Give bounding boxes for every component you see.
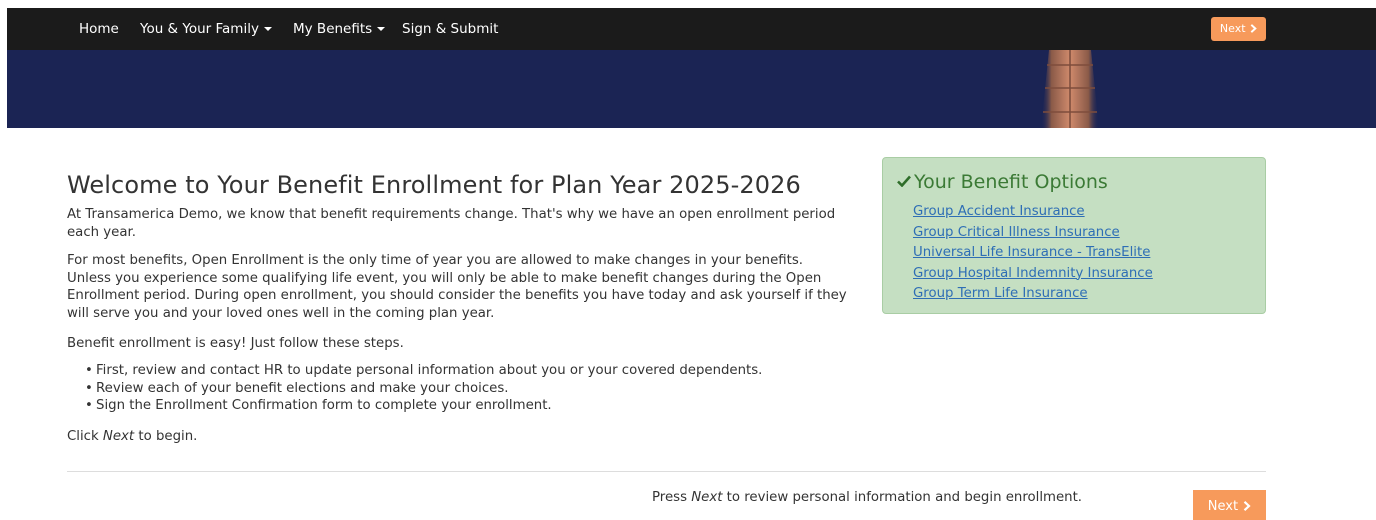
footer-prefix: Press [652,490,692,505]
list-item: Group Accident Insurance [913,202,1153,223]
footer-next-emphasis: Next [691,490,723,505]
nav-sign-and-submit[interactable]: Sign & Submit [402,21,498,37]
top-navbar: Home You & Your Family My Benefits Sign … [7,8,1376,50]
click-next-instruction: Click Next to begin. [67,428,197,446]
benefit-options-title: Your Benefit Options [897,170,1108,194]
list-item: First, review and contact HR to update p… [85,362,762,380]
steps-intro: Benefit enrollment is easy! Just follow … [67,336,404,351]
chevron-right-icon [1243,500,1251,512]
open-enrollment-paragraph: For most benefits, Open Enrollment is th… [67,253,847,321]
footer-next-label: Next [1207,499,1239,514]
chevron-right-icon [1250,24,1257,33]
intro-paragraph: At Transamerica Demo, we know that benef… [67,207,836,240]
click-prefix: Click [67,429,103,444]
nav-home[interactable]: Home [79,21,119,37]
nav-next-button[interactable]: Next [1211,17,1266,41]
list-item: Review each of your benefit elections an… [85,380,762,398]
click-next-emphasis: Next [102,429,135,444]
caret-down-icon [377,27,386,31]
list-item: Group Term Life Insurance [913,284,1153,305]
list-item: Group Critical Illness Insurance [913,223,1153,244]
list-item: Universal Life Insurance - TransElite [913,243,1153,264]
benefit-options-panel: Your Benefit Options Group Accident Insu… [882,157,1266,314]
steps-list: First, review and contact HR to update p… [85,362,762,415]
footer-instruction: Press Next to review personal informatio… [652,489,1082,506]
link-universal-life-insurance[interactable]: Universal Life Insurance - TransElite [913,245,1150,260]
footer-suffix: to review personal information and begin… [722,490,1083,505]
list-item: Group Hospital Indemnity Insurance [913,264,1153,285]
nav-you-and-family-dropdown[interactable]: You & Your Family [140,21,272,37]
footer-next-button[interactable]: Next [1193,490,1266,520]
link-group-term-life-insurance[interactable]: Group Term Life Insurance [913,286,1088,301]
benefit-options-list: Group Accident Insurance Group Critical … [913,202,1153,305]
caret-down-icon [263,27,272,31]
nav-my-benefits-label: My Benefits [293,21,373,37]
nav-next-label: Next [1219,22,1246,35]
header-banner [7,50,1376,128]
divider [67,471,1266,472]
click-suffix: to begin. [134,429,198,444]
check-icon [897,175,911,188]
link-group-critical-illness-insurance[interactable]: Group Critical Illness Insurance [913,225,1120,240]
link-group-hospital-indemnity-insurance[interactable]: Group Hospital Indemnity Insurance [913,266,1153,281]
list-item: Sign the Enrollment Confirmation form to… [85,397,762,415]
nav-you-and-family-label: You & Your Family [140,21,259,37]
tower-image [1041,50,1099,128]
nav-home-label: Home [79,21,119,37]
nav-my-benefits-dropdown[interactable]: My Benefits [293,21,386,37]
page-title: Welcome to Your Benefit Enrollment for P… [67,171,801,199]
link-group-accident-insurance[interactable]: Group Accident Insurance [913,204,1085,219]
nav-sign-and-submit-label: Sign & Submit [402,21,499,37]
benefit-options-title-text: Your Benefit Options [914,171,1108,193]
